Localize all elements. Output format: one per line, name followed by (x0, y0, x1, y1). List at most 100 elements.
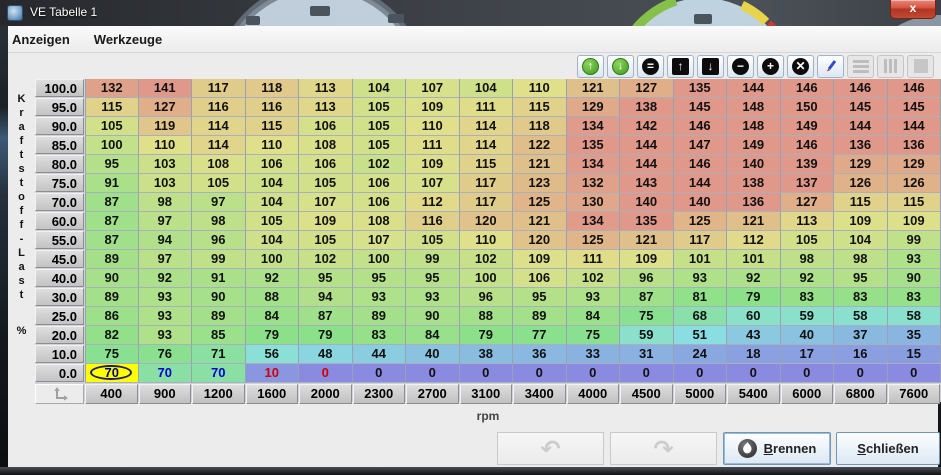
table-cell[interactable]: 115 (85, 98, 139, 117)
table-cell[interactable]: 115 (460, 155, 514, 174)
table-cell[interactable]: 84 (246, 307, 300, 326)
table-cell[interactable]: 93 (139, 307, 193, 326)
table-cell[interactable]: 130 (567, 193, 621, 212)
table-cell[interactable]: 92 (139, 269, 193, 288)
table-cell[interactable]: 137 (781, 174, 835, 193)
table-cell[interactable]: 105 (299, 174, 353, 193)
table-cell[interactable]: 89 (353, 307, 407, 326)
table-cell[interactable]: 106 (299, 155, 353, 174)
table-cell[interactable]: 143 (620, 174, 674, 193)
table-cell[interactable]: 105 (246, 212, 300, 231)
table-cell[interactable]: 89 (85, 250, 139, 269)
table-cell[interactable]: 125 (567, 231, 621, 250)
table-cell[interactable]: 145 (888, 98, 941, 117)
table-cell[interactable]: 101 (727, 250, 781, 269)
table-cell[interactable]: 118 (246, 79, 300, 98)
table-cell[interactable]: 95 (299, 269, 353, 288)
row-header-25.0[interactable]: 25.0 (35, 307, 84, 325)
table-cell[interactable]: 136 (888, 136, 941, 155)
table-cell[interactable]: 36 (513, 345, 567, 364)
table-cell[interactable]: 89 (85, 288, 139, 307)
table-cell[interactable]: 90 (406, 307, 460, 326)
table-cell[interactable]: 97 (139, 250, 193, 269)
table-cell[interactable]: 146 (674, 117, 728, 136)
table-cell[interactable]: 0 (353, 364, 407, 383)
multiply-button[interactable]: ✕ (787, 55, 814, 78)
table-cell[interactable]: 106 (513, 269, 567, 288)
table-cell[interactable]: 0 (567, 364, 621, 383)
table-cell[interactable]: 135 (620, 212, 674, 231)
table-cell[interactable]: 139 (781, 155, 835, 174)
table-cell[interactable]: 104 (353, 79, 407, 98)
table-cell[interactable]: 103 (139, 174, 193, 193)
table-cell[interactable]: 89 (513, 307, 567, 326)
table-cell[interactable]: 37 (834, 326, 888, 345)
table-cell[interactable]: 105 (781, 231, 835, 250)
table-cell[interactable]: 140 (674, 193, 728, 212)
table-cell[interactable]: 96 (620, 269, 674, 288)
col-header-2700[interactable]: 2700 (406, 384, 459, 404)
table-cell[interactable]: 146 (888, 79, 941, 98)
table-cell[interactable]: 83 (353, 326, 407, 345)
table-cell[interactable]: 86 (85, 307, 139, 326)
table-cell[interactable]: 0 (888, 364, 941, 383)
table-cell[interactable]: 16 (834, 345, 888, 364)
table-cell[interactable]: 119 (139, 117, 193, 136)
table-cell[interactable]: 109 (620, 250, 674, 269)
table-cell[interactable]: 70 (139, 364, 193, 383)
table-cell[interactable]: 92 (246, 269, 300, 288)
axis-corner-button[interactable] (35, 384, 84, 404)
table-cell[interactable]: 87 (299, 307, 353, 326)
table-cell[interactable]: 0 (406, 364, 460, 383)
table-cell[interactable]: 101 (674, 250, 728, 269)
table-cell[interactable]: 15 (888, 345, 941, 364)
close-button[interactable]: x (890, 0, 936, 19)
table-cell[interactable]: 83 (781, 288, 835, 307)
table-cell[interactable]: 144 (620, 136, 674, 155)
table-cell[interactable]: 51 (674, 326, 728, 345)
table-cell[interactable]: 107 (406, 79, 460, 98)
table-cell[interactable]: 121 (513, 212, 567, 231)
table-cell[interactable]: 121 (513, 155, 567, 174)
table-cell[interactable]: 79 (460, 326, 514, 345)
table-cell[interactable]: 95 (85, 155, 139, 174)
table-cell[interactable]: 109 (406, 155, 460, 174)
table-cell[interactable]: 99 (888, 231, 941, 250)
table-cell[interactable]: 96 (192, 231, 246, 250)
row-header-60.0[interactable]: 60.0 (35, 212, 84, 230)
table-cell[interactable]: 0 (727, 364, 781, 383)
table-cell[interactable]: 76 (139, 345, 193, 364)
table-cell[interactable]: 110 (513, 79, 567, 98)
table-cell[interactable]: 121 (567, 79, 621, 98)
table-cell[interactable]: 98 (139, 193, 193, 212)
table-cell[interactable]: 58 (888, 307, 941, 326)
table-cell[interactable]: 142 (620, 117, 674, 136)
table-cell[interactable]: 0 (620, 364, 674, 383)
table-cell[interactable]: 104 (246, 231, 300, 250)
table-cell[interactable]: 93 (139, 326, 193, 345)
table-cell[interactable]: 123 (513, 174, 567, 193)
table-cell[interactable]: 100 (246, 250, 300, 269)
table-cell[interactable]: 98 (781, 250, 835, 269)
minus-button[interactable]: − (727, 55, 754, 78)
table-cell[interactable]: 87 (85, 231, 139, 250)
table-cell[interactable]: 18 (727, 345, 781, 364)
row-header-90.0[interactable]: 90.0 (35, 117, 84, 135)
table-cell[interactable]: 93 (139, 288, 193, 307)
table-cell[interactable]: 134 (567, 212, 621, 231)
table-cell[interactable]: 109 (888, 212, 941, 231)
table-cell[interactable]: 140 (727, 155, 781, 174)
table-cell[interactable]: 75 (85, 345, 139, 364)
table-cell[interactable]: 138 (620, 98, 674, 117)
table-cell[interactable]: 104 (246, 174, 300, 193)
table-cell[interactable]: 98 (192, 212, 246, 231)
table-cell[interactable]: 95 (353, 269, 407, 288)
table-cell[interactable]: 100 (85, 136, 139, 155)
table-cell[interactable]: 127 (139, 98, 193, 117)
table-cell[interactable]: 117 (192, 79, 246, 98)
table-cell[interactable]: 105 (85, 117, 139, 136)
row-header-85.0[interactable]: 85.0 (35, 136, 84, 154)
table-cell[interactable]: 116 (192, 98, 246, 117)
table-cell[interactable]: 95 (834, 269, 888, 288)
table-cell[interactable]: 138 (727, 174, 781, 193)
